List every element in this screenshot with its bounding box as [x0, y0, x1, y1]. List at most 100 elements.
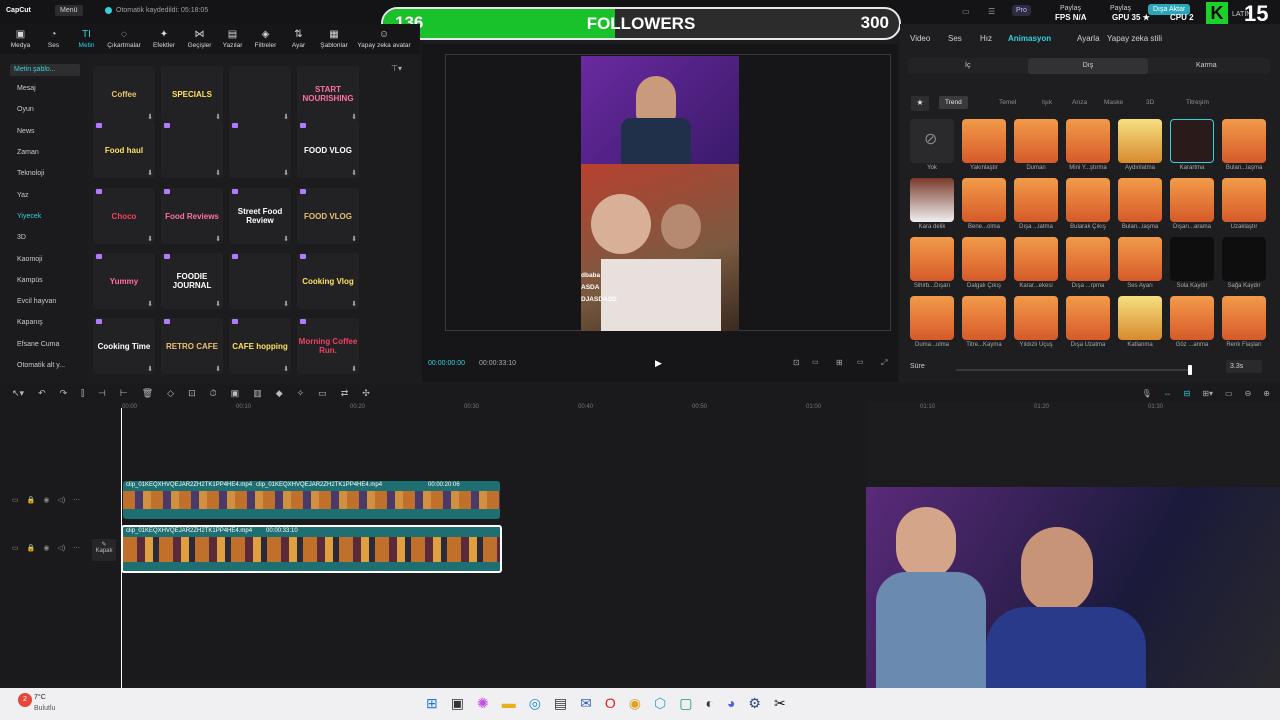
tab-adjust[interactable]: Ayarla	[1077, 34, 1100, 43]
download-icon[interactable]: ⬇	[147, 235, 153, 243]
tool-ai-avatar[interactable]: ☺ Yapay zeka avatar	[353, 24, 415, 54]
animation-filter-chip[interactable]: Maske	[1098, 96, 1129, 109]
animation-preset-thumb[interactable]	[910, 178, 954, 222]
fullscreen-icon[interactable]: ⤢	[881, 358, 887, 368]
category-item[interactable]: 3D	[0, 227, 88, 248]
animation-preset-thumb[interactable]	[1170, 119, 1214, 163]
split-right-icon[interactable]: ⊢	[120, 388, 128, 399]
download-icon[interactable]: ⬇	[215, 365, 221, 373]
animation-preset-thumb[interactable]	[1118, 178, 1162, 222]
text-template-tile[interactable]: Coffee ⬇	[93, 66, 155, 122]
tool-filters[interactable]: ◈ Filtreler	[249, 24, 282, 54]
category-item[interactable]: Evcil hayvan	[0, 291, 88, 312]
animation-preset-thumb[interactable]	[962, 237, 1006, 281]
discord-icon[interactable]: ◕	[727, 694, 735, 712]
animation-filter-chip[interactable]: Titreşim	[1180, 96, 1215, 109]
text-template-tile[interactable]: Morning Coffee Run. ⬇	[297, 318, 359, 374]
text-template-tile[interactable]: RETRO CAFE ⬇	[161, 318, 223, 374]
timeline-clip-main[interactable]: clip_01KEQXHVQEJAR2ZH2TK1PP4HE4.mp4 00:0…	[121, 525, 502, 573]
mute-icon[interactable]: ◁)	[57, 544, 65, 558]
windows-start-icon[interactable]: ⊞	[426, 694, 438, 712]
outlook-icon[interactable]: ✉	[580, 694, 592, 712]
speed-icon[interactable]: ⏱	[210, 388, 217, 399]
animation-preset-thumb[interactable]	[1014, 296, 1058, 340]
app-icon[interactable]: ▤	[554, 694, 567, 712]
download-icon[interactable]: ⬇	[147, 113, 153, 121]
animation-preset-thumb[interactable]	[1066, 119, 1110, 163]
animation-preset-thumb[interactable]	[1066, 178, 1110, 222]
tool-captions[interactable]: ▤ Yazılar	[216, 24, 249, 54]
animation-preset-thumb[interactable]	[910, 237, 954, 281]
category-item[interactable]: News	[0, 121, 88, 142]
keyframe-icon[interactable]: ◆	[276, 388, 283, 399]
category-item[interactable]: Teknoloji	[0, 163, 88, 184]
text-template-tile[interactable]: FOOD VLOG ⬇	[297, 188, 359, 244]
edge-icon[interactable]: ◎	[529, 694, 541, 712]
animation-preset-thumb[interactable]	[1170, 178, 1214, 222]
list-icon[interactable]: ☰	[988, 7, 995, 16]
tool-stickers[interactable]: ◌ Çıkartmalar	[103, 24, 145, 54]
animation-filter-chip[interactable]: Temel	[993, 96, 1022, 109]
app-icon-2[interactable]: ⬡	[654, 694, 666, 712]
chrome-icon[interactable]: ◉	[629, 694, 641, 712]
delete-icon[interactable]: 🗑	[142, 388, 153, 399]
animation-filter-chip[interactable]: Arıza	[1066, 96, 1093, 109]
download-icon[interactable]: ⬇	[351, 365, 357, 373]
category-item[interactable]: Yiyecek	[0, 206, 88, 227]
zoom-in-icon[interactable]: ⊕	[1263, 389, 1270, 398]
download-icon[interactable]: ⬇	[351, 235, 357, 243]
steam-icon[interactable]: ⚙	[748, 694, 761, 712]
tab-audio[interactable]: Ses	[948, 34, 962, 43]
fit-canvas-icon[interactable]: ▭	[318, 388, 327, 399]
animation-preset-thumb[interactable]	[1014, 119, 1058, 163]
text-template-tile[interactable]: Food haul ⬇	[93, 122, 155, 178]
select-tool-icon[interactable]: ↖▾	[12, 388, 24, 399]
download-icon[interactable]: ⬇	[215, 113, 221, 121]
menu-button[interactable]: Menü	[55, 5, 83, 16]
download-icon[interactable]: ⬇	[283, 300, 289, 308]
eye-icon[interactable]: ◉	[43, 496, 49, 510]
more-icon[interactable]: ⋯	[73, 496, 80, 510]
animation-preset-thumb[interactable]	[962, 296, 1006, 340]
text-template-tile[interactable]: Food Reviews ⬇	[161, 188, 223, 244]
animation-preset-thumb[interactable]	[1222, 237, 1266, 281]
ai-icon[interactable]: ✣	[362, 388, 370, 399]
animation-filter-chip[interactable]: Trend	[939, 96, 968, 109]
zoom-out-icon[interactable]: ⊖	[1245, 389, 1252, 398]
text-template-tile[interactable]: ⬇	[229, 122, 291, 178]
download-icon[interactable]: ⬇	[147, 300, 153, 308]
download-icon[interactable]: ⬇	[283, 365, 289, 373]
app-icon-3[interactable]: ▢	[679, 694, 692, 712]
ratio-icon[interactable]: ▭	[857, 358, 864, 366]
snap-icon[interactable]: ⊟	[1184, 389, 1191, 398]
duration-input[interactable]: 3.3s	[1226, 360, 1262, 373]
category-item[interactable]: Zaman	[0, 142, 88, 163]
fit-icon[interactable]: ⊡	[793, 358, 800, 367]
animation-preset-thumb[interactable]	[962, 178, 1006, 222]
tool-audio[interactable]: ◔ Ses	[37, 24, 70, 54]
task-view-icon[interactable]: ▣	[451, 694, 464, 712]
category-item[interactable]: Yaz	[0, 184, 88, 205]
timeline-clip-overlay[interactable]: clip_01KEQXHVQEJAR2ZH2TK1PP4HE4.mp4 clip…	[123, 481, 500, 519]
lock-icon[interactable]: 🔒	[27, 496, 36, 510]
category-item[interactable]: Kaomoji	[0, 248, 88, 269]
magic-icon[interactable]: ✧	[297, 388, 305, 399]
animation-preset-thumb[interactable]	[1170, 237, 1214, 281]
copilot-icon[interactable]: ✺	[477, 694, 489, 712]
filter-icon[interactable]: ⊤▾	[391, 64, 402, 73]
animation-preset-thumb[interactable]	[1066, 237, 1110, 281]
download-icon[interactable]: ⬇	[351, 113, 357, 121]
animation-preset-thumb[interactable]	[1014, 178, 1058, 222]
animation-preset-thumb[interactable]	[1170, 296, 1214, 340]
animation-preset-thumb[interactable]	[962, 119, 1006, 163]
animation-filter-chip[interactable]: Işık	[1036, 96, 1058, 109]
text-template-tile[interactable]: SPECIALS ⬇	[161, 66, 223, 122]
text-template-tile[interactable]: Yummy ⬇	[93, 253, 155, 309]
download-icon[interactable]: ⬇	[283, 113, 289, 121]
animation-preset-thumb[interactable]	[1222, 119, 1266, 163]
more-icon[interactable]: ⋯	[73, 544, 80, 558]
tool-media[interactable]: ▣ Medya	[4, 24, 37, 54]
text-template-tile[interactable]: Street Food Review ⬇	[229, 188, 291, 244]
animation-preset-thumb[interactable]	[1118, 119, 1162, 163]
tool-effects[interactable]: ✦ Efektler	[145, 24, 183, 54]
